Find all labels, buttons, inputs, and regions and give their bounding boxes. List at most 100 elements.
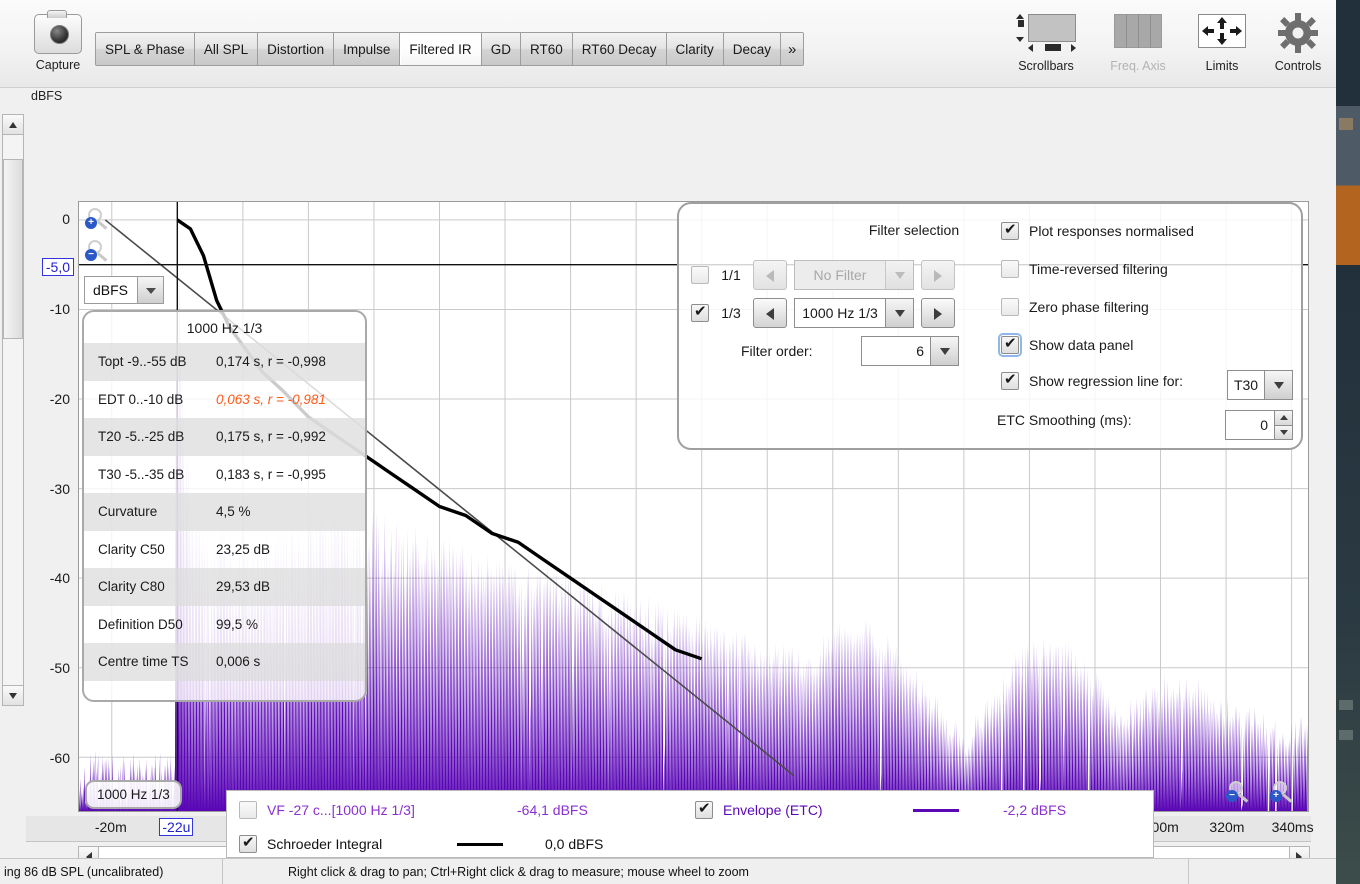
y-units-selector[interactable]: dBFS [84, 276, 164, 304]
scroll-up-arrow[interactable] [3, 115, 23, 135]
zoom-in-icon[interactable]: + [85, 208, 109, 232]
y-axis: 0 -10 -20 -30 -40 -50 -60 [26, 102, 76, 766]
data-panel-key: T30 -5..-35 dB [98, 466, 185, 482]
y-axis-tick: -50 [49, 660, 70, 677]
toolbar-scrollbars-button[interactable]: Scrollbars [1000, 12, 1092, 73]
vertical-scrollbar[interactable] [2, 114, 24, 706]
data-panel-key: Topt -9..-55 dB [98, 354, 187, 370]
option-label: Time-reversed filtering [1029, 261, 1168, 277]
filter-1-3-combo[interactable]: 1000 Hz 1/3 [794, 298, 914, 328]
filter-order-combo[interactable]: 6 [861, 336, 959, 366]
data-panel-value: 0,174 s, r = -0,998 [216, 354, 326, 370]
desktop-icon [1339, 730, 1353, 740]
capture-button[interactable]: Capture [32, 10, 84, 72]
tab-gd[interactable]: GD [481, 33, 521, 65]
freq-axis-icon [1106, 12, 1170, 54]
filter-1-1-combo[interactable]: No Filter [794, 260, 914, 290]
filter-option-row: Zero phase filtering [1001, 298, 1149, 316]
option-checkbox-zero-phase-filtering[interactable] [1001, 298, 1019, 316]
etc-smoothing-value: 0 [1260, 417, 1268, 433]
chart-area: 0 -10 -20 -30 -40 -50 -60 + − − + 1000 H… [0, 88, 1336, 868]
tab-filtered-ir[interactable]: Filtered IR [400, 33, 482, 65]
regression-target-combo[interactable]: T30 [1227, 370, 1293, 400]
tab-rt60-decay[interactable]: RT60 Decay [572, 33, 667, 65]
y-axis-tick: -60 [49, 750, 70, 767]
tab-rt60[interactable]: RT60 [520, 33, 573, 65]
data-panel-value: 0,063 s, r = -0,981 [216, 391, 326, 407]
tab-distortion[interactable]: Distortion [258, 33, 335, 65]
chevron-down-icon[interactable] [885, 299, 913, 327]
etc-smoothing-decrement[interactable] [1274, 424, 1292, 439]
toolbar-controls-button[interactable]: Controls [1252, 12, 1336, 73]
data-panel-key: T20 -5..-25 dB [98, 429, 185, 445]
legend-envelope-swatch [913, 808, 959, 812]
show-regression-line-checkbox[interactable] [1001, 370, 1019, 390]
camera-icon [34, 10, 82, 54]
toolbar-freq-axis-label: Freq. Axis [1110, 59, 1166, 73]
desktop-background [1336, 0, 1360, 884]
data-panel-value: 23,25 dB [216, 541, 271, 557]
chevron-down-icon[interactable] [1264, 371, 1292, 399]
tab-impulse[interactable]: Impulse [334, 33, 401, 65]
chevron-down-icon[interactable] [137, 277, 163, 303]
filter-1-3-checkbox[interactable] [691, 302, 709, 322]
status-left-text: ing 86 dB SPL (uncalibrated) [4, 865, 164, 879]
x-cursor-readout[interactable]: -22u [159, 818, 194, 836]
tab-[interactable]: » [781, 33, 804, 65]
filter-1-1-prev-button[interactable] [753, 260, 787, 290]
filter-1-1-checkbox[interactable] [691, 266, 709, 284]
plot-marker-label: 1000 Hz 1/3 [85, 780, 182, 809]
data-panel-key: EDT 0..-10 dB [98, 391, 184, 407]
filter-1-1-next-button[interactable] [921, 260, 955, 290]
zoom-out-icon[interactable]: − [85, 240, 109, 264]
chevron-down-icon[interactable] [930, 337, 958, 365]
toolbar-freq-axis-button[interactable]: Freq. Axis [1092, 12, 1184, 73]
y-cursor-readout[interactable]: -5,0 [41, 258, 74, 276]
tab-all-spl[interactable]: All SPL [194, 33, 259, 65]
data-panel-row: Clarity C50 23,25 dB [84, 531, 365, 569]
vertical-scroll-thumb[interactable] [3, 159, 23, 339]
filter-1-3-next-button[interactable] [921, 298, 955, 328]
option-checkbox-time-reversed-filtering[interactable] [1001, 260, 1019, 278]
data-panel-key: Definition D50 [98, 616, 183, 632]
y-axis-tick: -40 [49, 570, 70, 587]
filter-order-value: 6 [916, 343, 924, 359]
legend-schroeder-label: Schroeder Integral [267, 836, 383, 852]
zoom-out-icon-bottom[interactable]: − [1226, 781, 1250, 805]
legend-schroeder-checkbox[interactable] [239, 833, 257, 853]
legend-envelope-label: Envelope (ETC) [723, 802, 823, 818]
filter-1-1-value: No Filter [813, 267, 867, 283]
zoom-in-icon-bottom[interactable]: + [1270, 781, 1294, 805]
filter-1-3-prev-button[interactable] [753, 298, 787, 328]
data-panel-value: 0,183 s, r = -0,995 [216, 466, 326, 482]
tab-clarity[interactable]: Clarity [666, 33, 724, 65]
data-panel-row: Topt -9..-55 dB 0,174 s, r = -0,998 [84, 343, 365, 381]
toolbar-scrollbars-label: Scrollbars [1018, 59, 1074, 73]
etc-smoothing-label: ETC Smoothing (ms): [997, 412, 1132, 428]
data-panel-value: 0,175 s, r = -0,992 [216, 429, 326, 445]
y-axis-tick: -10 [49, 300, 70, 317]
option-checkbox-plot-responses-normalised[interactable] [1001, 220, 1019, 240]
tab-decay[interactable]: Decay [723, 33, 782, 65]
tab-spl-phase[interactable]: SPL & Phase [96, 33, 195, 65]
x-axis-tick: -20m [94, 819, 127, 835]
etc-smoothing-spinner[interactable]: 0 [1225, 410, 1293, 440]
data-panel-row: Centre time TS 0,006 s [84, 643, 365, 681]
filter-option-row: Plot responses normalised [1001, 220, 1194, 240]
scroll-down-arrow[interactable] [3, 685, 23, 705]
tab-strip: SPL & Phase All SPL Distortion Impulse Filte… [95, 32, 805, 66]
legend-vf-checkbox[interactable] [239, 801, 257, 819]
four-arrows-icon [1202, 17, 1242, 45]
data-panel-row: T20 -5..-25 dB 0,175 s, r = -0,992 [84, 418, 365, 456]
option-checkbox-show-data-panel[interactable] [998, 333, 1022, 357]
legend-envelope-value: -2,2 dBFS [1003, 802, 1067, 818]
etc-smoothing-increment[interactable] [1274, 411, 1292, 425]
legend-item-vf[interactable]: VF -27 c...[1000 Hz 1/3] -64,1 dBFS [239, 801, 588, 819]
legend-item-schroeder[interactable]: Schroeder Integral 0,0 dBFS [239, 833, 603, 853]
legend-envelope-checkbox[interactable] [695, 799, 713, 819]
chevron-down-icon[interactable] [885, 261, 913, 289]
legend-vf-value: -64,1 dBFS [517, 802, 588, 818]
legend-item-envelope[interactable]: Envelope (ETC) -2,2 dBFS [695, 799, 1067, 819]
show-regression-line-label: Show regression line for: [1029, 373, 1184, 389]
filter-option-row: Show data panel [998, 333, 1133, 357]
